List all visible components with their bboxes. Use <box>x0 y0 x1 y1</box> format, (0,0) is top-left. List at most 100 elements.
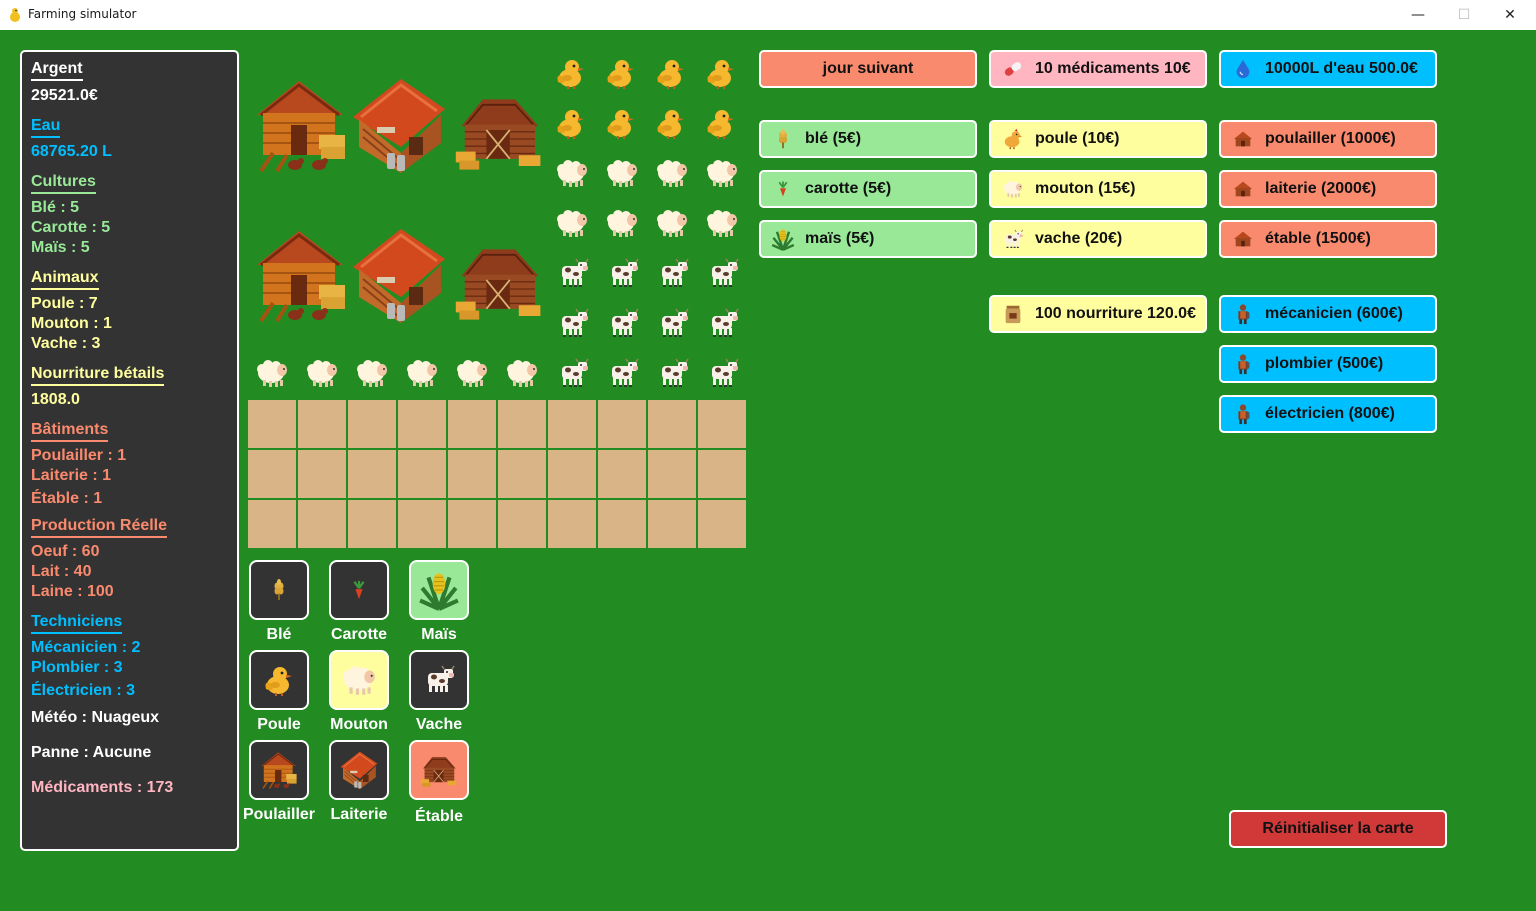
soil-grid[interactable] <box>248 400 748 550</box>
hire-plumber-button[interactable]: plombier (500€) <box>1219 345 1437 383</box>
hire-electrician-button[interactable]: électricien (800€) <box>1219 395 1437 433</box>
barn-building <box>451 85 547 175</box>
buy-chicken-button[interactable]: poule (10€) <box>989 120 1207 158</box>
soil-tile[interactable] <box>348 450 396 498</box>
soil-tile[interactable] <box>298 500 346 548</box>
buy-chicken-coop-button[interactable]: poulailler (1000€) <box>1219 120 1437 158</box>
select-cow-button[interactable] <box>409 650 469 710</box>
buy-barn-button[interactable]: étable (1500€) <box>1219 220 1437 258</box>
cow-sprite <box>706 358 740 388</box>
soil-tile[interactable] <box>248 450 296 498</box>
select-chicken-coop-button[interactable] <box>249 740 309 800</box>
soil-tile[interactable] <box>398 400 446 448</box>
soil-tile[interactable] <box>448 400 496 448</box>
hire-mechanic-button[interactable]: mécanicien (600€) <box>1219 295 1437 333</box>
animal-cow-count: Vache : 3 <box>31 335 101 352</box>
chicken-sprite <box>604 105 638 141</box>
soil-tile[interactable] <box>498 450 546 498</box>
soil-tile[interactable] <box>398 450 446 498</box>
dairy-icon <box>339 750 379 790</box>
stats-panel: Argent 29521.0€ Eau 68765.20 L Cultures … <box>20 50 239 851</box>
chicken-coop-building <box>253 225 349 325</box>
soil-tile[interactable] <box>348 400 396 448</box>
soil-tile[interactable] <box>648 450 696 498</box>
select-barn-button[interactable] <box>409 740 469 800</box>
select-carrot-button[interactable] <box>329 560 389 620</box>
soil-tile[interactable] <box>248 500 296 548</box>
feed-value: 1808.0 <box>31 391 80 408</box>
buy-water-button[interactable]: 10000L d'eau 500.0€ <box>1219 50 1437 88</box>
dairy-building <box>351 225 447 325</box>
soil-tile[interactable] <box>448 450 496 498</box>
soil-tile[interactable] <box>598 500 646 548</box>
soil-tile[interactable] <box>648 400 696 448</box>
buy-wheat-button[interactable]: blé (5€) <box>759 120 977 158</box>
select-chicken-button[interactable] <box>249 650 309 710</box>
soil-tile[interactable] <box>248 400 296 448</box>
buy-dairy-button[interactable]: laiterie (2000€) <box>1219 170 1437 208</box>
dairy-icon <box>1231 178 1255 200</box>
cow-sprite <box>606 358 640 388</box>
cow-icon <box>422 665 456 695</box>
soil-tile[interactable] <box>548 400 596 448</box>
maximize-button[interactable]: ☐ <box>1441 0 1487 30</box>
money-value: 29521.0€ <box>31 87 98 104</box>
hire-electrician-label: électricien (800€) <box>1265 405 1395 422</box>
buy-food-button[interactable]: 100 nourriture 120.0€ <box>989 295 1207 333</box>
game-area: Argent 29521.0€ Eau 68765.20 L Cultures … <box>0 30 1536 911</box>
sheep-icon <box>340 662 378 698</box>
select-carrot-label: Carotte <box>330 626 387 643</box>
electrician-icon <box>1232 402 1254 426</box>
soil-tile[interactable] <box>298 450 346 498</box>
buy-medicine-button[interactable]: 10 médicaments 10€ <box>989 50 1207 88</box>
next-day-button[interactable]: jour suivant <box>759 50 977 88</box>
tech-mechanic-count: Mécanicien : 2 <box>31 639 141 656</box>
soil-tile[interactable] <box>298 400 346 448</box>
select-sheep-button[interactable] <box>329 650 389 710</box>
sheep-sprite <box>404 356 440 390</box>
buy-carrot-button[interactable]: carotte (5€) <box>759 170 977 208</box>
select-dairy-button[interactable] <box>329 740 389 800</box>
select-corn-button[interactable] <box>409 560 469 620</box>
crops-title: Cultures <box>31 173 96 194</box>
buildings-title: Bâtiments <box>31 421 109 442</box>
weather-status: Météo : Nuageux <box>31 709 160 726</box>
select-wheat-button[interactable] <box>249 560 309 620</box>
soil-tile[interactable] <box>698 450 746 498</box>
window-title: Farming simulator <box>28 7 137 21</box>
soil-tile[interactable] <box>598 450 646 498</box>
soil-tile[interactable] <box>698 500 746 548</box>
buy-barn-label: étable (1500€) <box>1265 230 1371 247</box>
soil-tile[interactable] <box>548 450 596 498</box>
chicken-sprite <box>554 105 588 141</box>
farm-map[interactable] <box>248 50 748 550</box>
chicken-sprite <box>654 105 688 141</box>
soil-tile[interactable] <box>498 400 546 448</box>
select-chicken-coop-label: Poulailler <box>242 806 316 823</box>
soil-tile[interactable] <box>448 500 496 548</box>
sheep-sprite <box>654 156 690 190</box>
soil-tile[interactable] <box>548 500 596 548</box>
buy-cow-button[interactable]: vache (20€) <box>989 220 1207 258</box>
buy-sheep-button[interactable]: mouton (15€) <box>989 170 1207 208</box>
wheat-icon <box>772 128 794 150</box>
soil-tile[interactable] <box>348 500 396 548</box>
water-drop-icon <box>1232 58 1254 80</box>
select-sheep-label: Mouton <box>330 716 388 733</box>
sheep-sprite <box>504 356 540 390</box>
soil-tile[interactable] <box>398 500 446 548</box>
soil-tile[interactable] <box>698 400 746 448</box>
production-title: Production Réelle <box>31 517 168 538</box>
soil-tile[interactable] <box>498 500 546 548</box>
wheat-icon <box>267 578 291 602</box>
buy-food-label: 100 nourriture 120.0€ <box>1035 305 1196 322</box>
reset-map-button[interactable]: Réinitialiser la carte <box>1229 810 1447 848</box>
minimize-button[interactable]: — <box>1395 0 1441 30</box>
close-button[interactable]: ✕ <box>1487 0 1533 30</box>
soil-tile[interactable] <box>598 400 646 448</box>
buy-corn-button[interactable]: maïs (5€) <box>759 220 977 258</box>
cow-sprite <box>556 358 590 388</box>
buy-sheep-label: mouton (15€) <box>1035 180 1136 197</box>
chicken-sprite <box>654 55 688 91</box>
soil-tile[interactable] <box>648 500 696 548</box>
